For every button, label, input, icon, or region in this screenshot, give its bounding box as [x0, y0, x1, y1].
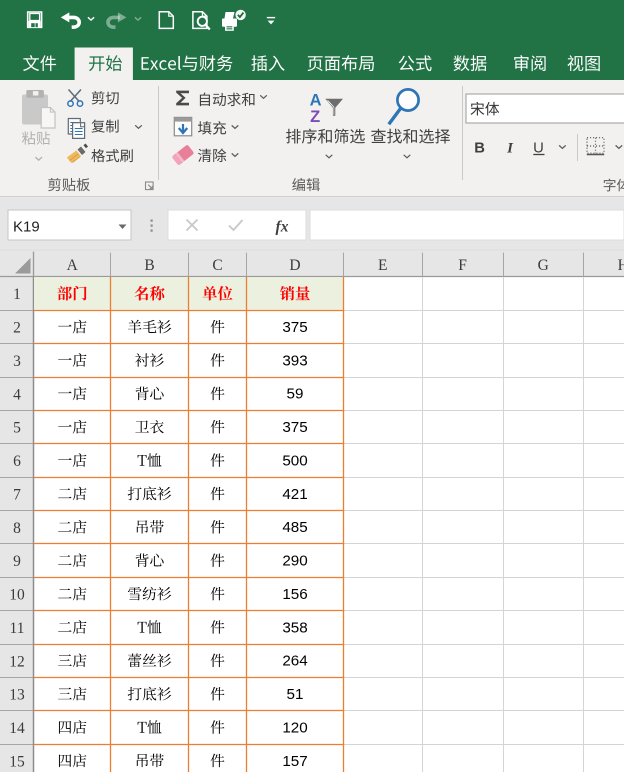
svg-text:3: 3: [13, 353, 21, 370]
svg-text:K19: K19: [13, 219, 40, 236]
svg-text:B: B: [474, 140, 485, 156]
svg-text:157: 157: [282, 753, 307, 770]
svg-text:500: 500: [282, 452, 307, 469]
svg-text:290: 290: [282, 553, 307, 570]
svg-text:9: 9: [13, 553, 21, 570]
svg-text:E: E: [378, 257, 387, 274]
svg-text:421: 421: [282, 486, 307, 503]
svg-text:10: 10: [9, 587, 25, 604]
svg-text:fx: fx: [276, 219, 289, 236]
svg-text:6: 6: [13, 453, 21, 470]
svg-text:375: 375: [282, 419, 307, 436]
svg-text:7: 7: [13, 486, 21, 503]
svg-text:F: F: [458, 257, 467, 274]
svg-text:C: C: [212, 257, 222, 274]
svg-text:485: 485: [282, 519, 307, 536]
svg-text:12: 12: [9, 653, 25, 670]
svg-text:264: 264: [282, 653, 307, 670]
svg-text:H: H: [618, 257, 624, 274]
svg-text:2: 2: [13, 320, 21, 337]
svg-text:4: 4: [13, 386, 21, 403]
svg-text:A: A: [310, 92, 322, 110]
svg-text:358: 358: [282, 619, 307, 636]
svg-text:B: B: [144, 257, 154, 274]
svg-text:A: A: [67, 257, 79, 274]
svg-text:11: 11: [10, 620, 25, 637]
svg-text:I: I: [506, 140, 514, 156]
svg-text:Z: Z: [310, 108, 320, 126]
svg-text:14: 14: [9, 720, 25, 737]
svg-text:393: 393: [282, 352, 307, 369]
svg-text:5: 5: [13, 420, 21, 437]
svg-text:156: 156: [282, 586, 307, 603]
svg-text:13: 13: [9, 687, 25, 704]
svg-text:8: 8: [13, 520, 21, 537]
svg-text:D: D: [289, 257, 300, 274]
svg-text:59: 59: [287, 386, 304, 403]
svg-text:120: 120: [282, 719, 307, 736]
svg-text:1: 1: [13, 286, 21, 303]
svg-text:15: 15: [9, 753, 25, 770]
svg-text:G: G: [538, 257, 549, 274]
svg-text:375: 375: [282, 319, 307, 336]
svg-text:51: 51: [287, 686, 304, 703]
